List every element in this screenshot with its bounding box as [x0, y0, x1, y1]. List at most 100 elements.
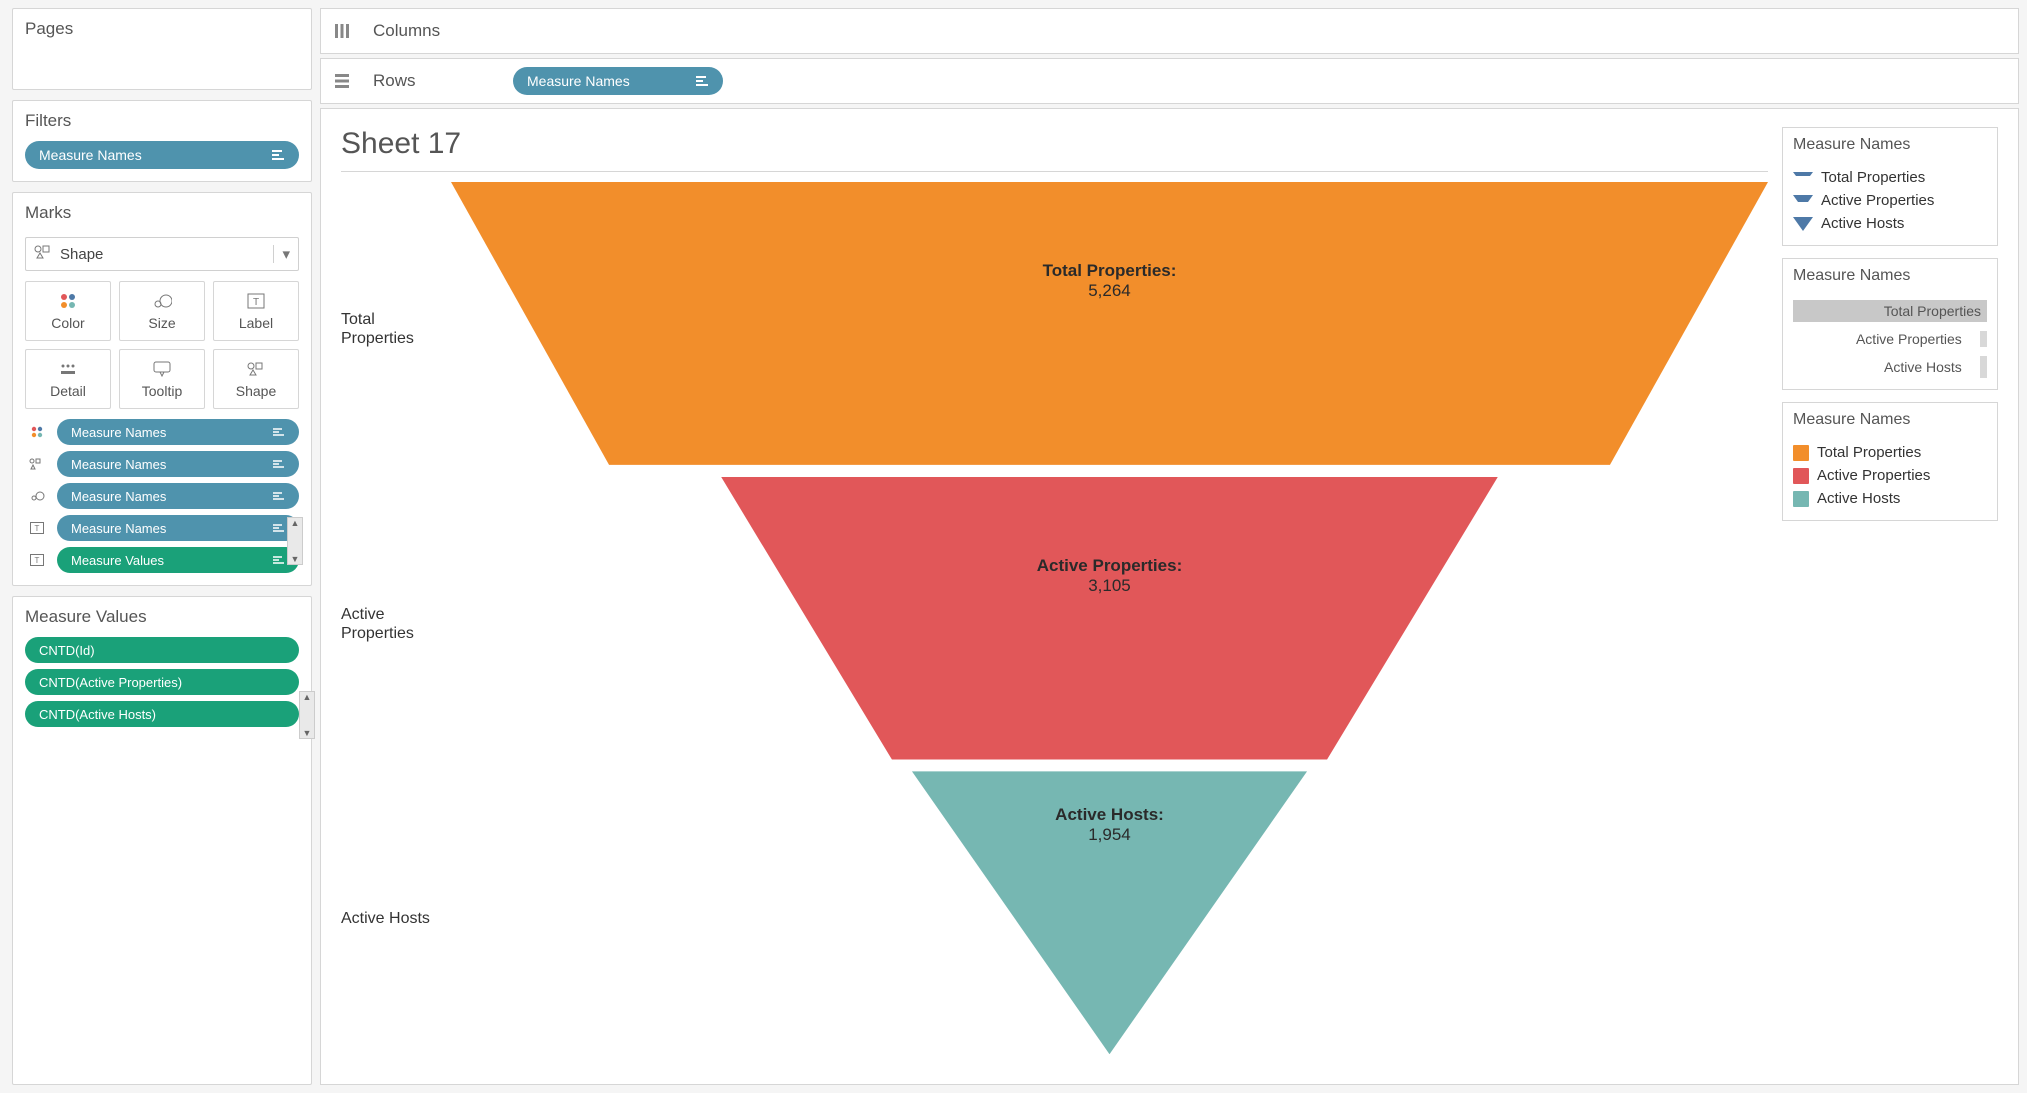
legend-label: Total Properties: [1884, 303, 1981, 319]
marks-color-button[interactable]: Color: [25, 281, 111, 341]
label: Active Hosts:: [1055, 805, 1164, 824]
pill-label: CNTD(Active Hosts): [39, 707, 156, 722]
legend-item[interactable]: Active Properties: [1793, 189, 1987, 212]
mv-pill[interactable]: CNTD(Active Properties): [25, 669, 299, 695]
size-icon: [25, 486, 49, 506]
center-area: Columns Rows Measure Names Sheet 17 Tota: [320, 0, 2027, 1093]
shape-container: Active Properties: 3,105: [451, 477, 1768, 772]
legend-item[interactable]: Active Hosts: [1793, 487, 1987, 510]
marks-tooltip-button[interactable]: Tooltip: [119, 349, 205, 409]
legend-item[interactable]: Total Properties: [1789, 297, 1991, 325]
rows-content[interactable]: Measure Names: [513, 67, 2008, 95]
svg-text:T: T: [35, 556, 40, 565]
pill[interactable]: Measure Names: [57, 483, 299, 509]
pill[interactable]: Measure Names: [57, 451, 299, 477]
pages-card: Pages: [12, 8, 312, 90]
legend-item[interactable]: Total Properties: [1793, 441, 1987, 464]
funnel-row-active-hosts: Active Hosts Active Hosts: 1,954: [341, 771, 1768, 1066]
rows-pill-measure-names[interactable]: Measure Names: [513, 67, 723, 95]
marks-shape-button[interactable]: Shape: [213, 349, 299, 409]
mark-row[interactable]: Measure Names: [25, 419, 299, 445]
filters-title: Filters: [13, 101, 311, 141]
marks-detail-button[interactable]: Detail: [25, 349, 111, 409]
legend-label: Active Hosts: [1821, 215, 1904, 232]
pill[interactable]: Measure Values: [57, 547, 299, 573]
size-legend-card: Measure Names Total Properties Active Pr…: [1782, 258, 1998, 390]
mark-row[interactable]: Measure Names: [25, 483, 299, 509]
sort-icon: [271, 552, 287, 568]
scroll-down-icon[interactable]: ▼: [300, 728, 314, 738]
marks-title: Marks: [13, 193, 311, 233]
detail-icon: [59, 359, 77, 379]
shapes-icon: [34, 245, 52, 263]
viz-area: Sheet 17 Total Properties Total Properti…: [320, 108, 2019, 1085]
mark-row[interactable]: T Measure Names: [25, 515, 299, 541]
funnel-segment-total[interactable]: Total Properties: 5,264: [451, 182, 1768, 465]
scroll-up-icon[interactable]: ▲: [288, 518, 302, 528]
sheet-title[interactable]: Sheet 17: [341, 127, 1768, 172]
scroll-down-icon[interactable]: ▼: [288, 554, 302, 564]
color-icon: [59, 291, 77, 311]
rows-shelf[interactable]: Rows Measure Names: [320, 58, 2019, 104]
scrollbar[interactable]: ▲▼: [287, 517, 303, 565]
rows-icon: [331, 73, 353, 89]
select-value: Shape: [60, 246, 103, 263]
legend-item[interactable]: Active Properties: [1793, 464, 1987, 487]
pill[interactable]: Measure Names: [57, 419, 299, 445]
legend-label: Total Properties: [1821, 169, 1925, 186]
scrollbar[interactable]: ▲▼: [299, 691, 315, 739]
color-legend-card: Measure Names Total Properties Active Pr…: [1782, 402, 1998, 521]
pill-label: Measure Names: [71, 489, 166, 504]
columns-shelf[interactable]: Columns: [320, 8, 2019, 54]
pill-label: Measure Names: [39, 147, 142, 163]
label-icon: T: [25, 550, 49, 570]
shape-container: Active Hosts: 1,954: [451, 771, 1768, 1066]
label: Color: [51, 315, 84, 331]
scroll-up-icon[interactable]: ▲: [300, 692, 314, 702]
trapezoid-icon: [1793, 194, 1813, 208]
mv-title: Measure Values: [13, 597, 311, 637]
marks-body: Shape ▾ Color Size: [13, 237, 311, 585]
marks-type-select[interactable]: Shape ▾: [25, 237, 299, 271]
triangle-icon: [1793, 217, 1813, 231]
legend-label: Active Properties: [1817, 467, 1930, 484]
mark-row[interactable]: Measure Names: [25, 451, 299, 477]
pages-body[interactable]: [13, 49, 311, 89]
marks-label-button[interactable]: T Label: [213, 281, 299, 341]
marks-size-button[interactable]: Size: [119, 281, 205, 341]
sort-icon: [271, 488, 287, 504]
funnel-segment-active-props[interactable]: Active Properties: 3,105: [721, 477, 1498, 760]
size-sample-icon: [1980, 356, 1987, 378]
chevron-down-icon: ▾: [273, 245, 290, 263]
svg-text:T: T: [253, 297, 259, 308]
legend-item[interactable]: Active Hosts: [1789, 353, 1991, 381]
label-icon: T: [247, 291, 265, 311]
mark-row[interactable]: T Measure Values: [25, 547, 299, 573]
size-sample-icon: [1980, 331, 1987, 347]
trapezoid-icon: [1793, 171, 1813, 185]
sort-icon: [271, 456, 287, 472]
pill-label: CNTD(Id): [39, 643, 95, 658]
funnel-segment-active-hosts[interactable]: Active Hosts: 1,954: [912, 771, 1307, 1054]
legend-item[interactable]: Active Properties: [1789, 325, 1991, 353]
legend-panel: Measure Names Total Properties Active Pr…: [1768, 127, 1998, 1066]
label-icon: T: [25, 518, 49, 538]
trapezoid-shape: [451, 182, 1768, 465]
legend-label: Active Properties: [1821, 192, 1934, 209]
mv-pill[interactable]: CNTD(Active Hosts): [25, 701, 299, 727]
app-root: Pages Filters Measure Names Marks: [0, 0, 2027, 1093]
shape-container: Total Properties: 5,264: [451, 182, 1768, 477]
legend-body: Total Properties Active Properties Activ…: [1783, 162, 1997, 245]
legend-label: Active Properties: [1856, 331, 1962, 347]
sort-icon: [695, 73, 711, 89]
legend-item[interactable]: Total Properties: [1793, 166, 1987, 189]
data-label: Active Properties: 3,105: [979, 556, 1239, 596]
filter-pill-measure-names[interactable]: Measure Names: [25, 141, 299, 169]
mv-pill[interactable]: CNTD(Id): [25, 637, 299, 663]
pill[interactable]: Measure Names: [57, 515, 299, 541]
shape-icon: [247, 359, 265, 379]
legend-item[interactable]: Active Hosts: [1793, 212, 1987, 235]
trapezoid-shape: [721, 477, 1498, 760]
label: Total Properties:: [1043, 261, 1177, 280]
value: 1,954: [1088, 825, 1131, 844]
